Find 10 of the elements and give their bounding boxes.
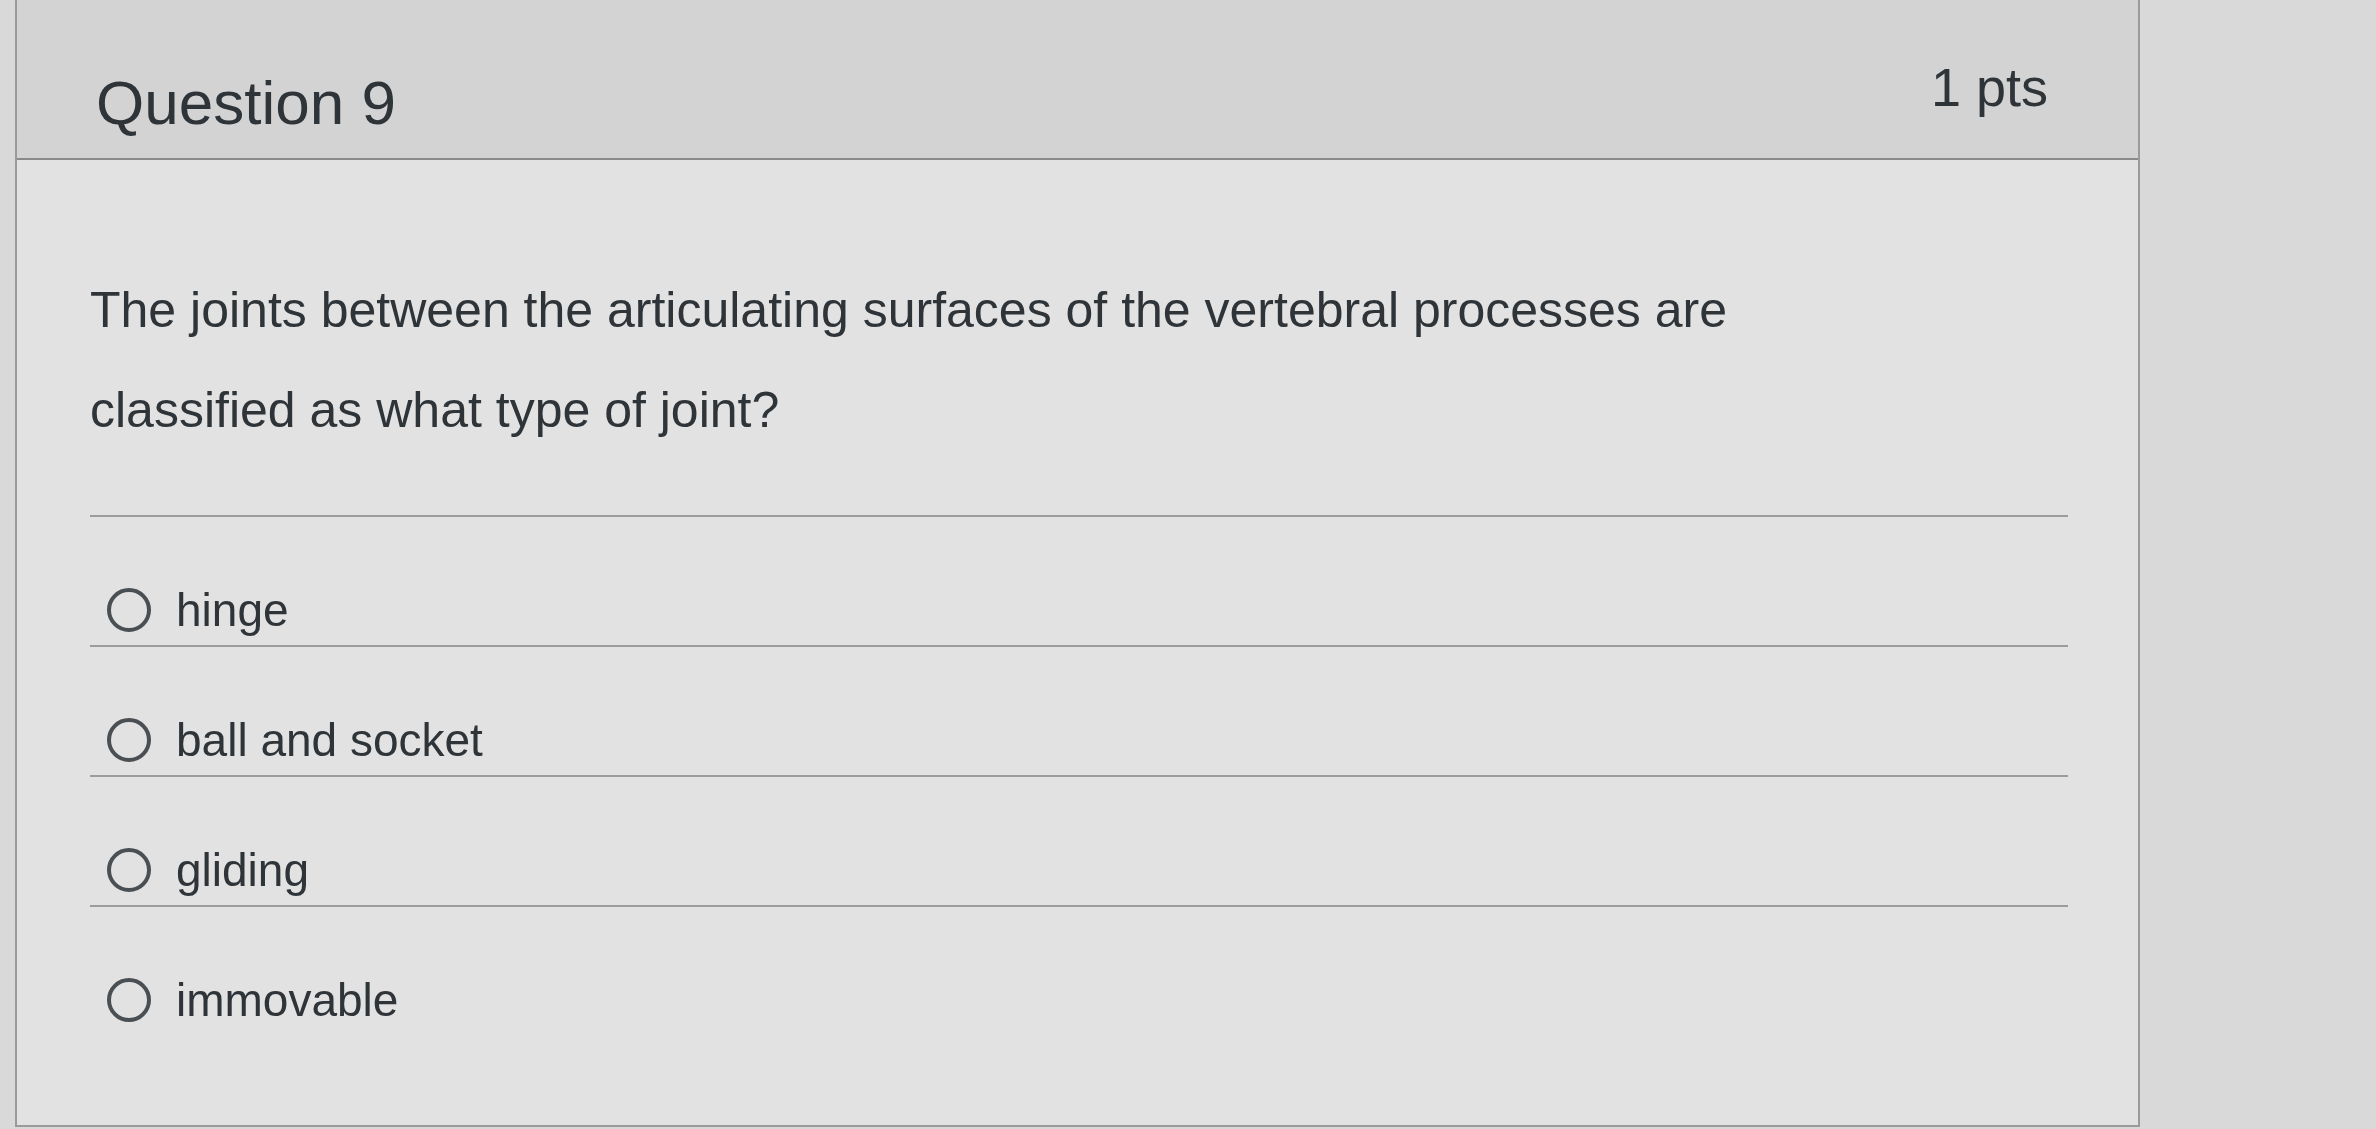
radio-button[interactable] (106, 847, 152, 893)
answer-label: immovable (176, 975, 399, 1025)
radio-button[interactable] (106, 977, 152, 1023)
question-text: The joints between the articulating surfaces of the vertebral processes are classified as what type of joint? (90, 281, 1728, 440)
radio-button[interactable] (106, 717, 152, 763)
radio-button[interactable] (106, 587, 152, 633)
question-title: Question 9 (96, 72, 396, 134)
answer-label: hinge (176, 585, 289, 635)
answer-label: gliding (176, 845, 309, 895)
answer-label: ball and socket (176, 715, 483, 765)
